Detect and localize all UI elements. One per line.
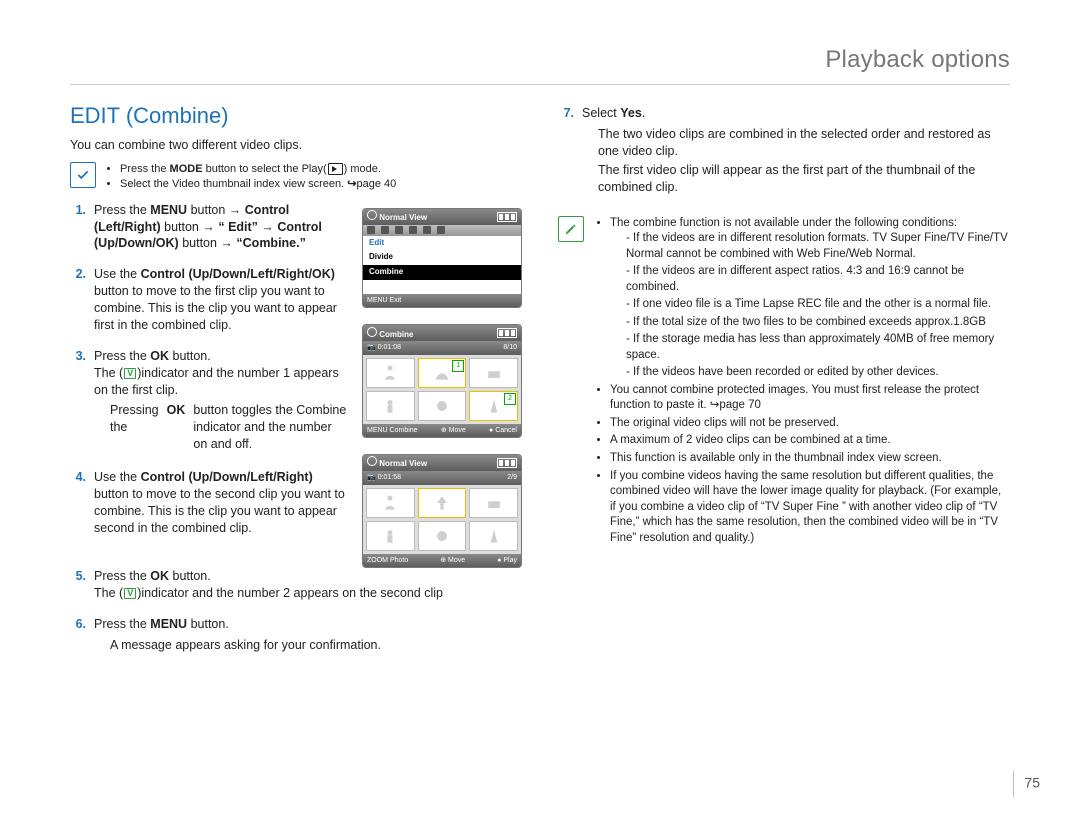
play-mode-icon	[328, 163, 343, 175]
step-subitem: The first video clip will appear as the …	[598, 162, 1010, 196]
thumb	[469, 358, 518, 388]
select-badge: 1	[452, 360, 464, 372]
condition-list: If the videos are in different resolutio…	[610, 231, 1010, 381]
note-icon-check	[70, 162, 96, 188]
caution-note: The combine function is not available un…	[558, 216, 1010, 548]
section-heading: EDIT (Combine)	[70, 101, 522, 131]
thumb	[366, 521, 415, 551]
edit-label: Edit	[363, 236, 521, 251]
step-7: 7. Select Yes. The two video clips are c…	[558, 105, 1010, 197]
mode-note-item: Select the Video thumbnail index view sc…	[120, 177, 396, 192]
rec-icon	[367, 210, 377, 220]
step-3: 3.Press the OK button.The (V)indicator a…	[70, 348, 348, 455]
condition-item: If the videos are in different resolutio…	[626, 231, 1010, 262]
thumb	[366, 358, 415, 388]
foot-cancel: ● Cancel	[489, 426, 517, 435]
right-column: 7. Select Yes. The two video clips are c…	[558, 101, 1010, 669]
note-lead: The combine function is not available un…	[610, 216, 1010, 381]
step-list-lower: 5.Press the OK button.The (V)indicator a…	[70, 568, 522, 656]
pencil-note-icon	[558, 216, 584, 242]
foot-move: ⊕ Move	[441, 426, 466, 435]
mode-note-item: Press the MODE button to select the Play…	[120, 162, 396, 177]
menu-combine-selected: Combine	[363, 265, 521, 280]
menu-exit-label: MENU Exit	[367, 296, 401, 305]
thumb-selected	[418, 488, 467, 518]
extra-note-item: A maximum of 2 video clips can be combin…	[610, 433, 1010, 449]
foot-play: ● Play	[497, 556, 517, 565]
condition-item: If the videos have been recorded or edit…	[626, 365, 1010, 381]
condition-item: If one video file is a Time Lapse REC fi…	[626, 297, 1010, 313]
icon-toolbar	[363, 225, 521, 236]
condition-item: If the total size of the two files to be…	[626, 315, 1010, 331]
manual-page: Playback options EDIT (Combine) You can …	[0, 0, 1080, 825]
thumbnail-grid	[363, 485, 521, 554]
step-1: 1.Press the MENU button → Control (Left/…	[70, 202, 348, 253]
thumb	[418, 391, 467, 421]
rec-icon	[367, 327, 377, 337]
condition-item: If the storage media has less than appro…	[626, 332, 1010, 363]
figure-column: Normal View Edit Divide Combine MENU Exi…	[362, 208, 522, 569]
select-badge: 2	[504, 393, 516, 405]
thumb-selected-1: 1	[418, 358, 467, 388]
battery-icon	[497, 328, 517, 338]
thumb	[469, 488, 518, 518]
extra-note-item: This function is available only in the t…	[610, 451, 1010, 467]
thumb	[469, 521, 518, 551]
step-4: 4.Use the Control (Up/Down/Left/Right) b…	[70, 469, 348, 537]
step-subitem: Pressing the OK button toggles the Combi…	[110, 402, 348, 453]
intro-text: You can combine two different video clip…	[70, 137, 522, 154]
figure-normal-view-grid: Normal View 📷 0:01:582/9 ZOOM Photo⊕ Mov…	[362, 454, 522, 568]
duration-label: 📷 0:01:08	[367, 343, 401, 352]
step-text-block: 1.Press the MENU button → Control (Left/…	[70, 202, 348, 551]
steps-with-figures: 1.Press the MENU button → Control (Left/…	[70, 202, 522, 569]
counter-label: 2/9	[507, 473, 517, 482]
thumbnail-grid: 1 2	[363, 355, 521, 424]
mode-note: Press the MODE button to select the Play…	[70, 162, 522, 192]
condition-item: If the videos are in different aspect ra…	[626, 264, 1010, 295]
thumb	[366, 391, 415, 421]
mode-note-list: Press the MODE button to select the Play…	[106, 162, 396, 192]
page-number: 75	[1013, 771, 1040, 797]
step-2: 2.Use the Control (Up/Down/Left/Right/OK…	[70, 266, 348, 334]
step-subitem: The two video clips are combined in the …	[598, 126, 1010, 160]
step-5: 5.Press the OK button.The (V)indicator a…	[70, 568, 522, 602]
foot-photo: ZOOM Photo	[367, 556, 408, 565]
figure-combine-grid: Combine 📷 0:01:088/10 1 2 MENU Combine⊕ …	[362, 324, 522, 438]
thumb-selected-2: 2	[469, 391, 518, 421]
step-list: 1.Press the MENU button → Control (Left/…	[70, 202, 348, 537]
extra-notes-list: You cannot combine protected images. You…	[594, 383, 1010, 546]
header-rule	[70, 84, 1010, 85]
step-list-right: 7. Select Yes. The two video clips are c…	[558, 105, 1010, 197]
battery-icon	[497, 458, 517, 468]
left-column: EDIT (Combine) You can combine two diffe…	[70, 101, 522, 669]
battery-icon	[497, 212, 517, 222]
foot-combine: MENU Combine	[367, 426, 418, 435]
extra-note-item: The original video clips will not be pre…	[610, 416, 1010, 432]
figure-normal-view-menu: Normal View Edit Divide Combine MENU Exi…	[362, 208, 522, 309]
page-header-title: Playback options	[70, 44, 1010, 76]
duration-label: 📷 0:01:58	[367, 473, 401, 482]
step-6: 6.Press the MENU button.A message appear…	[70, 616, 522, 656]
menu-divide: Divide	[363, 250, 521, 265]
rec-icon	[367, 456, 377, 466]
extra-note-item: If you combine videos having the same re…	[610, 469, 1010, 547]
foot-move: ⊕ Move	[440, 556, 465, 565]
step-subitem: A message appears asking for your confir…	[110, 637, 381, 654]
extra-note-item: You cannot combine protected images. You…	[610, 383, 1010, 414]
thumb	[418, 521, 467, 551]
counter-label: 8/10	[503, 343, 517, 352]
two-column-layout: EDIT (Combine) You can combine two diffe…	[70, 101, 1010, 669]
thumb	[366, 488, 415, 518]
